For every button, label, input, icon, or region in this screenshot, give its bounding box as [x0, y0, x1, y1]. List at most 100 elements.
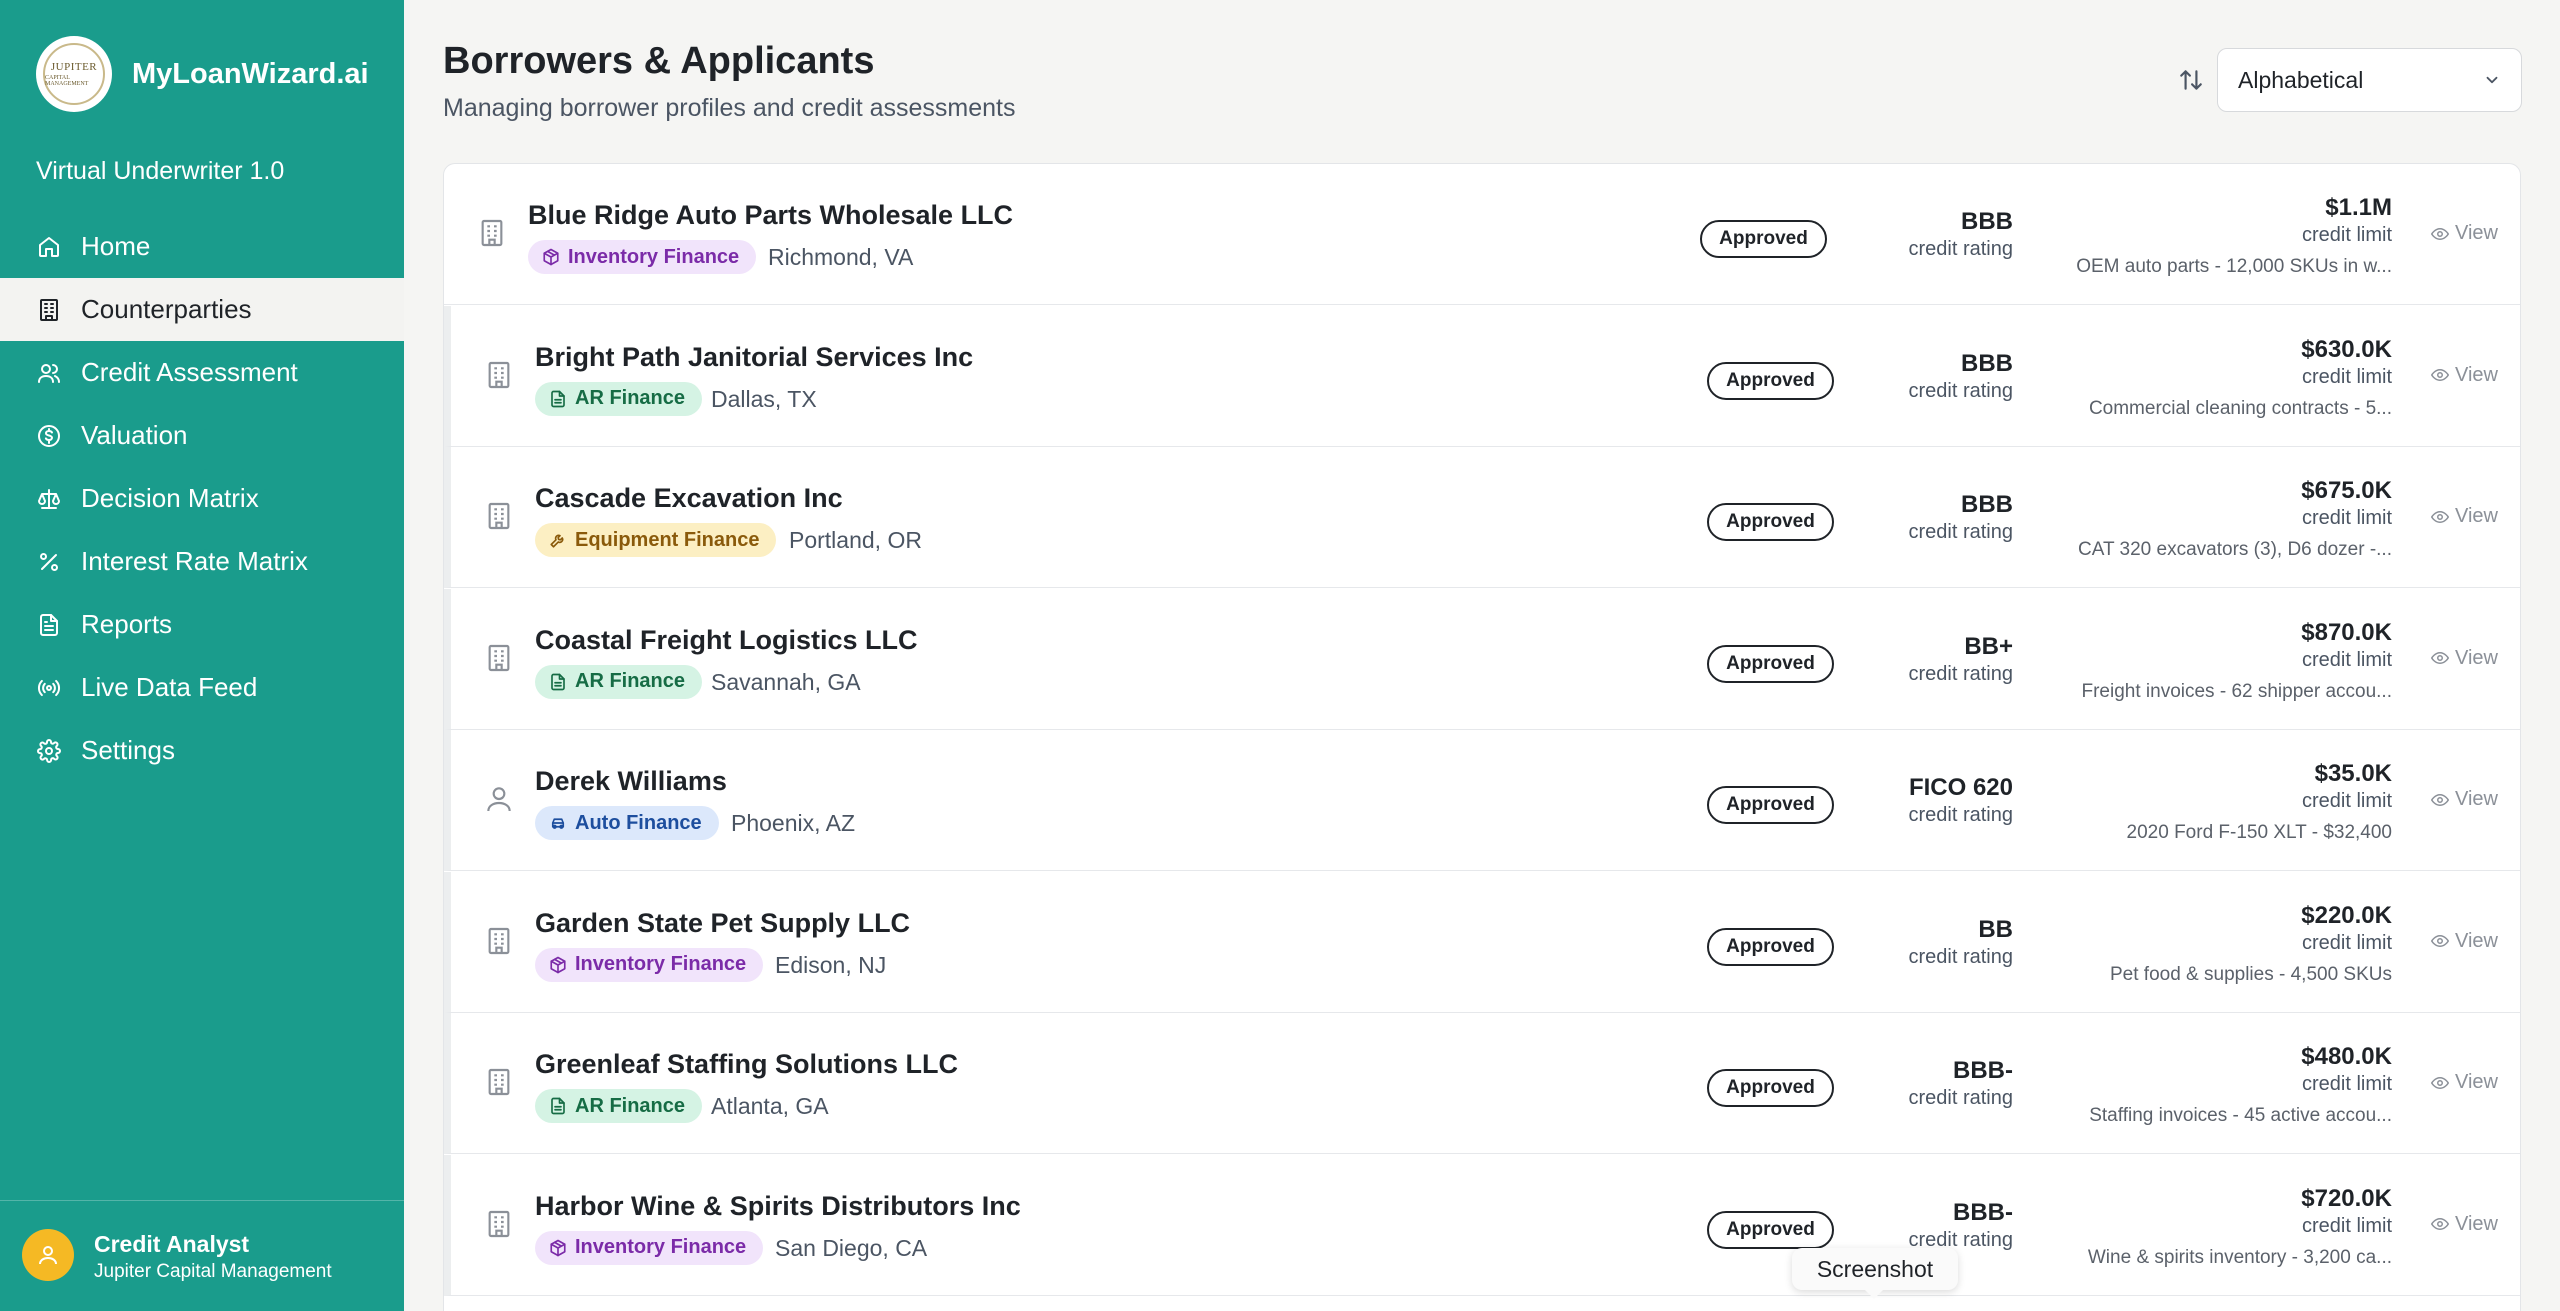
credit-limit-label: credit limit — [2301, 931, 2392, 954]
brand[interactable]: JUPITER CAPITAL MANAGEMENT MyLoanWizard.… — [36, 36, 369, 112]
radio-icon — [36, 675, 62, 701]
sidebar-item-live-data-feed[interactable]: Live Data Feed — [0, 656, 404, 719]
view-label: View — [2455, 222, 2498, 244]
eye-icon — [2431, 1076, 2449, 1089]
building-icon — [488, 1210, 510, 1237]
view-button[interactable]: View — [2431, 930, 2498, 953]
sidebar-item-credit-assessment[interactable]: Credit Assessment — [0, 341, 404, 404]
users-icon — [36, 360, 62, 386]
sidebar-item-label: Counterparties — [81, 294, 252, 324]
collateral-description: Staffing invoices - 45 active accou... — [2089, 1105, 2392, 1126]
view-label: View — [2455, 788, 2498, 810]
scale-icon — [36, 486, 62, 512]
eye-icon — [2431, 793, 2449, 806]
page-title: Borrowers & Applicants — [443, 40, 875, 82]
view-button[interactable]: View — [2431, 647, 2498, 670]
borrower-name[interactable]: Harbor Wine & Spirits Distributors Inc — [535, 1191, 1021, 1222]
view-button[interactable]: View — [2431, 1213, 2498, 1236]
eye-icon — [2431, 227, 2449, 240]
sidebar-item-valuation[interactable]: Valuation — [0, 404, 404, 467]
borrower-name[interactable]: Derek Williams — [535, 766, 727, 797]
finance-type-label: Inventory Finance — [568, 245, 740, 268]
credit-rating-label: credit rating — [1908, 945, 2014, 968]
sidebar-item-counterparties[interactable]: Counterparties — [0, 278, 404, 341]
finance-type-badge: Inventory Finance — [528, 240, 757, 274]
table-row[interactable]: Coastal Freight Logistics LLC AR Finance S… — [444, 588, 2520, 730]
borrower-location: Phoenix, AZ — [731, 810, 856, 836]
user-org: Jupiter Capital Management — [94, 1261, 332, 1282]
table-row[interactable]: Derek Williams Auto Finance Phoenix, AZ App… — [444, 730, 2520, 871]
credit-rating-value: BBB — [1961, 349, 2013, 377]
credit-rating-label: credit rating — [1908, 662, 2014, 685]
credit-limit-value: $1.1M — [2325, 194, 2392, 221]
credit-rating-label: credit rating — [1908, 1087, 2014, 1109]
credit-rating-value: BB+ — [1964, 632, 2013, 660]
sort-icon[interactable] — [2178, 67, 2204, 93]
borrower-name[interactable]: Cascade Excavation Inc — [535, 483, 843, 514]
eye-icon — [2431, 651, 2449, 665]
credit-limit-value: $720.0K — [2301, 1184, 2392, 1212]
credit-limit-label: credit limit — [2301, 1214, 2392, 1237]
collateral-description: Wine & spirits inventory - 3,200 ca... — [2087, 1246, 2392, 1268]
logo-text: JUPITER — [50, 61, 98, 73]
view-label: View — [2455, 646, 2498, 669]
page-subtitle: Managing borrower profiles and credit as… — [443, 94, 1016, 122]
borrower-name[interactable]: Coastal Freight Logistics LLC — [535, 625, 918, 656]
finance-type-badge: Auto Finance — [535, 806, 719, 840]
status-badge: Approved — [1707, 1210, 1834, 1249]
borrower-name[interactable]: Blue Ridge Auto Parts Wholesale LLC — [528, 200, 1013, 231]
table-row[interactable]: Garden State Pet Supply LLC Inventory Fin… — [444, 871, 2520, 1013]
credit-rating-value: BBB- — [1953, 1198, 2013, 1226]
brand-name: MyLoanWizard.ai — [132, 57, 369, 90]
credit-rating-value: BBB- — [1953, 1057, 2013, 1084]
view-button[interactable]: View — [2431, 1071, 2498, 1094]
sidebar-item-home[interactable]: Home — [0, 215, 404, 278]
table-row[interactable]: Harbor Wine & Spirits Distributors Inc In… — [444, 1154, 2520, 1296]
collateral-description: Commercial cleaning contracts - 5... — [2088, 397, 2392, 419]
table-row[interactable]: Cascade Excavation Inc Equipment Finance P… — [444, 447, 2520, 588]
building-icon — [483, 641, 515, 675]
view-button[interactable]: View — [2431, 222, 2498, 245]
gear-icon — [36, 738, 62, 764]
credit-rating-value: BB — [1978, 915, 2013, 943]
eye-icon — [2431, 934, 2449, 948]
credit-limit-value: $220.0K — [2301, 901, 2392, 929]
building-icon — [488, 361, 510, 388]
credit-limit-value: $870.0K — [2301, 618, 2392, 646]
table-row[interactable]: Bright Path Janitorial Services Inc AR Fi… — [444, 305, 2520, 447]
collateral-description: OEM auto parts - 12,000 SKUs in w... — [2076, 256, 2392, 277]
finance-type-label: AR Finance — [575, 670, 686, 692]
sort-select[interactable]: Alphabetical — [2217, 48, 2522, 112]
view-label: View — [2455, 505, 2498, 527]
view-button[interactable]: View — [2431, 788, 2498, 811]
receipt-icon — [551, 673, 565, 690]
sidebar-item-decision-matrix[interactable]: Decision Matrix — [0, 467, 404, 530]
eye-icon — [2431, 1217, 2449, 1231]
sidebar-item-label: Interest Rate Matrix — [81, 546, 308, 576]
sidebar-item-label: Settings — [81, 735, 175, 765]
company-logo: JUPITER CAPITAL MANAGEMENT — [36, 36, 112, 112]
status-badge: Approved — [1707, 644, 1834, 683]
sidebar-item-settings[interactable]: Settings — [0, 719, 404, 782]
credit-rating-label: credit rating — [1908, 379, 2014, 402]
receipt-icon — [551, 1097, 565, 1115]
sidebar-item-reports[interactable]: Reports — [0, 593, 404, 656]
view-button[interactable]: View — [2431, 364, 2498, 387]
sidebar-item-interest-rate-matrix[interactable]: Interest Rate Matrix — [0, 530, 404, 593]
user-profile[interactable]: Credit Analyst Jupiter Capital Managemen… — [0, 1200, 404, 1311]
chevron-down-icon — [2486, 76, 2498, 84]
borrower-name[interactable]: Garden State Pet Supply LLC — [535, 908, 910, 939]
credit-limit-label: credit limit — [2301, 224, 2392, 246]
credit-limit-value: $675.0K — [2301, 477, 2392, 504]
table-row[interactable]: Blue Ridge Auto Parts Wholesale LLC Inven… — [444, 164, 2520, 305]
sidebar-item-label: Valuation — [81, 420, 188, 450]
borrower-name[interactable]: Bright Path Janitorial Services Inc — [535, 342, 973, 373]
view-button[interactable]: View — [2431, 505, 2498, 528]
sidebar-item-label: Home — [81, 231, 151, 261]
table-row[interactable]: Greenleaf Staffing Solutions LLC AR Finan… — [444, 1013, 2520, 1154]
status-badge: Approved — [1707, 927, 1834, 966]
finance-type-badge: Inventory Finance — [535, 947, 764, 982]
person-icon — [483, 782, 515, 816]
finance-type-label: Inventory Finance — [575, 953, 747, 975]
borrower-name[interactable]: Greenleaf Staffing Solutions LLC — [535, 1049, 958, 1080]
